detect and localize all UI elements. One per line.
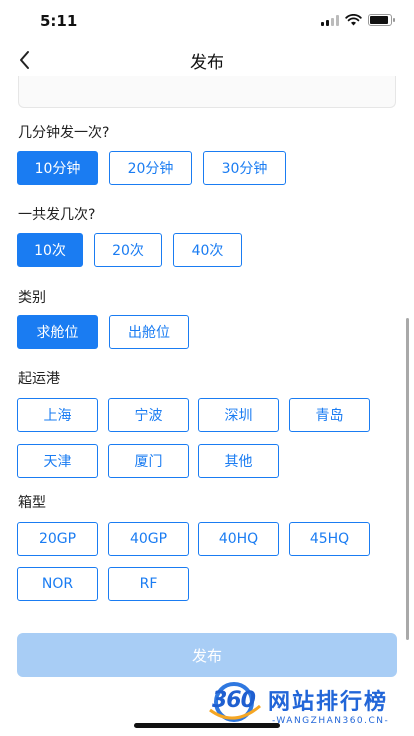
publish-button[interactable]: 发布: [17, 633, 397, 677]
port-option-qingdao[interactable]: 青岛: [289, 398, 370, 432]
frequency-label: 几分钟发一次?: [18, 125, 110, 141]
watermark-logo-text: 360: [212, 688, 256, 713]
category-option-offer[interactable]: 出舱位: [109, 315, 189, 349]
count-option-10[interactable]: 10次: [17, 233, 83, 267]
nav-bar: 发布: [0, 44, 414, 76]
count-label: 一共发几次?: [18, 207, 96, 223]
battery-icon: [368, 14, 395, 26]
count-option-20[interactable]: 20次: [94, 233, 162, 267]
watermark-subtitle: -WANGZHAN360.CN-: [272, 716, 390, 726]
frequency-option-30min[interactable]: 30分钟: [203, 151, 286, 185]
port-label: 起运港: [18, 371, 60, 387]
status-icons: [321, 14, 395, 26]
port-option-ningbo[interactable]: 宁波: [108, 398, 189, 432]
home-indicator[interactable]: [134, 723, 280, 728]
port-option-xiamen[interactable]: 厦门: [108, 444, 189, 478]
status-bar: 5:11: [0, 0, 414, 44]
port-option-other[interactable]: 其他: [198, 444, 279, 478]
watermark-logo-ring-icon: [209, 682, 261, 722]
battery-level: [370, 16, 388, 24]
box-option-nor[interactable]: NOR: [17, 567, 98, 601]
box-option-40gp[interactable]: 40GP: [108, 522, 189, 556]
watermark-logo: 360: [204, 680, 264, 726]
wifi-icon: [345, 14, 362, 26]
category-label: 类别: [18, 290, 46, 306]
category-option-request[interactable]: 求舱位: [17, 315, 98, 349]
box-option-45hq[interactable]: 45HQ: [289, 522, 370, 556]
page-title: 发布: [190, 53, 224, 73]
frequency-option-10min[interactable]: 10分钟: [17, 151, 98, 185]
signal-icon: [321, 14, 339, 26]
frequency-option-20min[interactable]: 20分钟: [109, 151, 192, 185]
scrollbar[interactable]: [406, 318, 409, 640]
watermark-title: 网站排行榜: [268, 690, 389, 715]
box-option-rf[interactable]: RF: [108, 567, 189, 601]
box-option-40hq[interactable]: 40HQ: [198, 522, 279, 556]
port-option-shanghai[interactable]: 上海: [17, 398, 98, 432]
port-option-tianjin[interactable]: 天津: [17, 444, 98, 478]
count-option-40[interactable]: 40次: [173, 233, 242, 267]
status-time: 5:11: [40, 12, 78, 30]
port-option-shenzhen[interactable]: 深圳: [198, 398, 279, 432]
description-textarea[interactable]: [18, 76, 396, 108]
box-option-20gp[interactable]: 20GP: [17, 522, 98, 556]
box-type-label: 箱型: [18, 495, 46, 511]
